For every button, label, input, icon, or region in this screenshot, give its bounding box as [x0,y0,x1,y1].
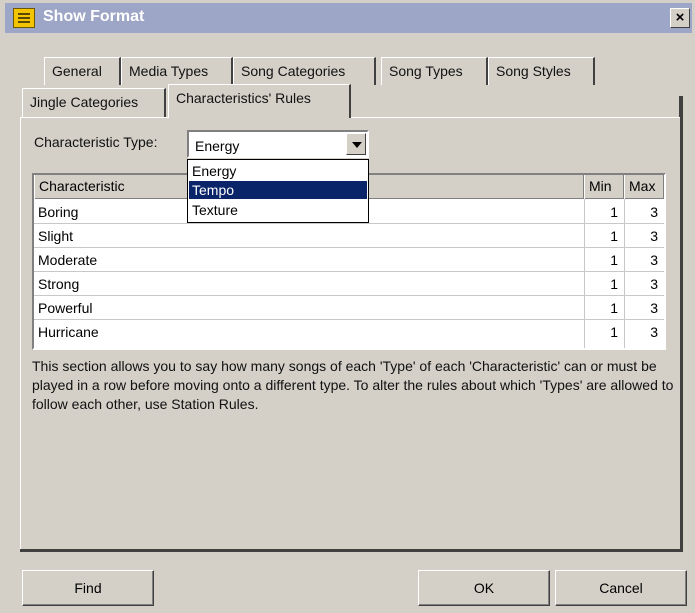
characteristic-type-dropdown: Energy Tempo Texture [187,159,369,223]
tab-song-styles[interactable]: Song Styles [488,57,595,85]
section-description: This section allows you to say how many … [32,358,674,412]
table-row[interactable]: Moderate 1 3 [34,248,664,272]
cell-characteristic: Hurricane [38,324,99,340]
chevron-down-icon[interactable] [346,133,366,155]
cell-characteristic: Strong [38,276,80,292]
window-title: Show Format [43,8,145,25]
tab-media-types[interactable]: Media Types [121,57,233,85]
cell-min[interactable]: 1 [584,320,624,344]
table-row[interactable]: Powerful 1 3 [34,296,664,320]
characteristic-type-select[interactable]: Energy [187,130,369,158]
column-header-min[interactable]: Min [584,175,624,199]
tab-characteristics-rules[interactable]: Characteristics' Rules [168,84,351,118]
show-format-window: Show Format × General Media Types Song C… [0,0,695,613]
ok-button[interactable]: OK [418,570,550,606]
tab-general[interactable]: General [44,57,121,85]
dropdown-option-energy[interactable]: Energy [189,162,367,180]
dropdown-option-tempo[interactable]: Tempo [189,181,367,199]
characteristic-type-label: Characteristic Type: [34,134,158,150]
tab-song-categories[interactable]: Song Categories [233,57,376,85]
cell-min[interactable]: 1 [584,248,624,272]
find-button[interactable]: Find [22,570,154,606]
tab-jingle-categories[interactable]: Jingle Categories [22,88,166,118]
close-button[interactable]: × [670,8,690,28]
cell-characteristic: Moderate [38,252,98,268]
table-row[interactable]: Strong 1 3 [34,272,664,296]
cell-min[interactable]: 1 [584,272,624,296]
cell-min[interactable]: 1 [584,296,624,320]
tab-song-types[interactable]: Song Types [381,57,488,85]
characteristic-type-value: Energy [195,138,240,154]
table-row[interactable]: Slight 1 3 [34,224,664,248]
cell-max[interactable]: 3 [624,248,664,272]
column-header-max[interactable]: Max [624,175,664,199]
cell-characteristic: Powerful [38,300,93,316]
title-bar[interactable]: Show Format × [5,3,692,33]
dropdown-option-texture[interactable]: Texture [189,201,367,219]
cell-max[interactable]: 3 [624,200,664,224]
cell-min[interactable]: 1 [584,200,624,224]
cell-min[interactable]: 1 [584,224,624,248]
cell-max[interactable]: 3 [624,296,664,320]
panel-shadow-bottom [20,549,683,552]
table-row[interactable]: Hurricane 1 3 [34,320,664,344]
cell-max[interactable]: 3 [624,320,664,344]
notepad-icon [13,8,35,28]
cell-characteristic: Slight [38,228,74,244]
cancel-button[interactable]: Cancel [555,570,687,606]
cell-max[interactable]: 3 [624,224,664,248]
cell-max[interactable]: 3 [624,272,664,296]
